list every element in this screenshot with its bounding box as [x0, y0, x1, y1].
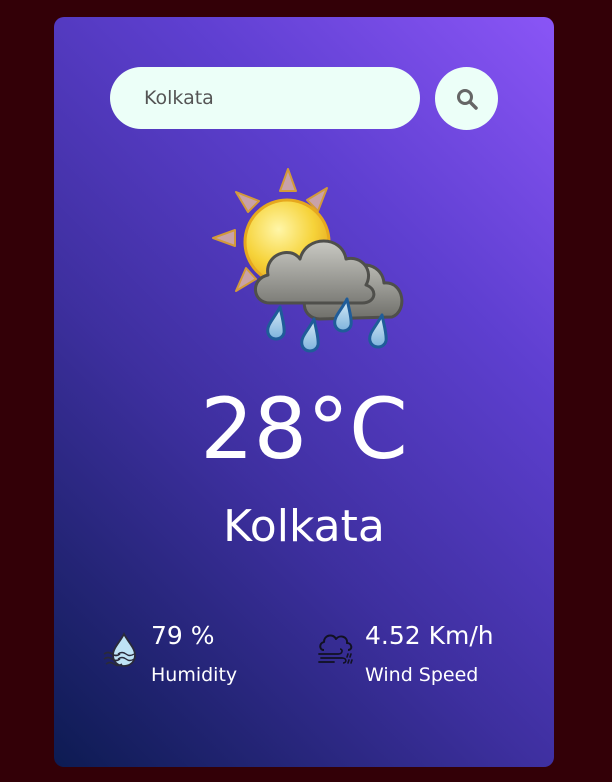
sun-cloud-rain-icon: [212, 168, 404, 353]
search-bar: [110, 67, 420, 129]
humidity-detail: 79 % Humidity: [102, 620, 237, 688]
temperature: 28°C: [200, 380, 408, 478]
wind-detail: 4.52 Km/h Wind Speed: [316, 620, 494, 688]
search-icon: [456, 88, 478, 110]
search-input[interactable]: [142, 86, 388, 110]
search-button[interactable]: [435, 67, 498, 130]
city-name: Kolkata: [223, 501, 385, 552]
humidity-icon: [103, 631, 136, 667]
humidity-label: Humidity: [151, 664, 238, 686]
humidity-value: 79 %: [151, 621, 215, 650]
wind-label: Wind Speed: [365, 664, 479, 686]
wind-value: 4.52 Km/h: [365, 621, 494, 650]
weather-card: 28°C Kolkata 79 % Humidity: [54, 17, 554, 767]
wind-icon: [318, 634, 353, 664]
wind-text: 4.52 Km/h Wind Speed: [365, 620, 494, 688]
humidity-text: 79 % Humidity: [151, 620, 237, 688]
